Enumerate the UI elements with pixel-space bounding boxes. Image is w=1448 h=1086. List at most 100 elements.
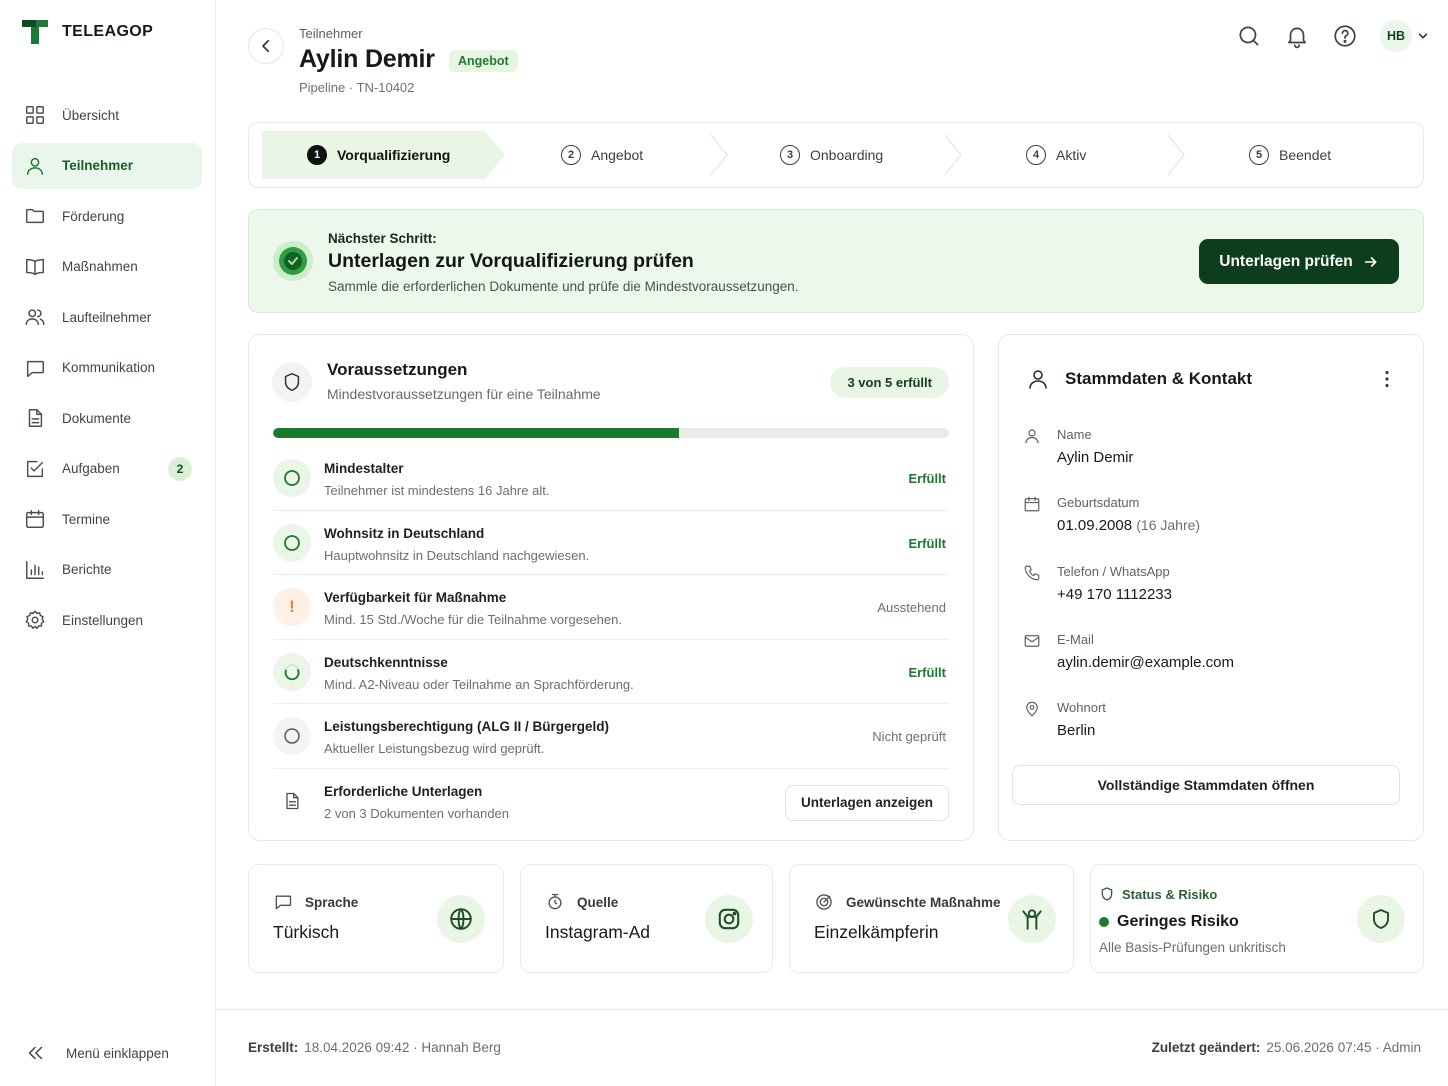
master-data-title: Stammdaten & Kontakt [1065, 369, 1253, 388]
requirements-count-badge: 3 von 5 erfüllt [830, 367, 949, 398]
step-label: Vorqualifizierung [337, 147, 451, 163]
collapse-menu-button[interactable]: Menü einklappen [24, 1042, 169, 1064]
sidebar-item-laufteilnehmer[interactable]: Laufteilnehmer [12, 294, 202, 340]
arrow-right-icon [1364, 256, 1377, 267]
updated-value: 25.06.2026 07:45 · Admin [1266, 1040, 1421, 1055]
step-vorqualifizierung[interactable]: 1 Vorqualifizierung [307, 123, 450, 187]
step-aktiv[interactable]: 4 Aktiv [1026, 123, 1086, 187]
instagram-icon [718, 908, 740, 930]
search-icon[interactable] [1236, 23, 1262, 49]
chevron-down-icon [1418, 33, 1428, 39]
field-birthdate: Geburtsdatum 01.09.2008 (16 Jahre) [1023, 495, 1403, 551]
sidebar-item-teilnehmer[interactable]: Teilnehmer [12, 142, 202, 189]
step-beendet[interactable]: 5 Beendet [1249, 123, 1331, 187]
sidebar-item-einstellungen[interactable]: Einstellungen [12, 597, 202, 643]
check-circle-icon [284, 470, 300, 486]
page-subtitle: Pipeline · TN-10402 [299, 80, 415, 95]
status-circle [273, 652, 311, 691]
tasks-count-badge: 2 [168, 456, 192, 481]
step-angebot[interactable]: 2 Angebot [561, 123, 643, 187]
measure-label: Gewünschte Maßnahme [846, 894, 1001, 910]
shield-badge [272, 362, 312, 402]
language-label: Sprache [305, 894, 359, 910]
sidebar-item-aufgaben[interactable]: Aufgaben 2 [12, 446, 202, 492]
requirement-row[interactable]: Deutschkenntnisse Mind. A2-Niveau oder T… [273, 640, 949, 704]
sidebar-item-kommunikation[interactable]: Kommunikation [12, 345, 202, 391]
next-step-kicker: Nächster Schritt: [328, 231, 437, 246]
double-chevron-left-icon [28, 1046, 43, 1060]
more-vertical-icon[interactable] [1375, 367, 1399, 391]
step-label: Aktiv [1056, 147, 1087, 163]
help-icon[interactable] [1332, 23, 1358, 49]
sidebar-item-dokumente[interactable]: Dokumente [12, 395, 202, 441]
user-icon [1025, 429, 1039, 444]
show-documents-button[interactable]: Unterlagen anzeigen [784, 784, 949, 821]
book-icon [26, 258, 44, 275]
sidebar-item-termine[interactable]: Termine [12, 496, 202, 542]
requirement-status: Nicht geprüft [872, 729, 946, 744]
person-arms-icon [1022, 909, 1042, 930]
shield-badge [1357, 895, 1405, 943]
user-icon [1029, 370, 1047, 389]
gear-icon [25, 610, 45, 629]
field-value[interactable]: aylin.demir@example.com [1057, 654, 1234, 671]
partial-circle-icon [284, 663, 300, 680]
bar-chart-icon [26, 560, 44, 579]
sidebar-item-massnahmen[interactable]: Maßnahmen [12, 244, 202, 290]
requirement-row[interactable]: Wohnsitz in Deutschland Hauptwohnsitz in… [273, 511, 949, 575]
sidebar-item-uebersicht[interactable]: Übersicht [12, 92, 202, 138]
sidebar-item-label: Termine [62, 511, 111, 527]
measure-value: Einzelkämpferin [814, 922, 939, 942]
sidebar-item-foerderung[interactable]: Förderung [12, 193, 202, 239]
step-onboarding[interactable]: 3 Onboarding [780, 123, 883, 187]
language-label-wrap: Sprache [273, 892, 358, 912]
brand-name: TELEAGOP [62, 23, 154, 40]
review-documents-label: Unterlagen prüfen [1219, 252, 1353, 270]
phone-icon [1024, 565, 1040, 581]
target-icon [273, 241, 313, 281]
requirement-row[interactable]: ! Verfügbarkeit für Maßnahme Mind. 15 St… [273, 575, 949, 640]
requirement-row[interactable]: Mindestalter Teilnehmer ist mindestens 1… [273, 446, 949, 511]
status-badge: Angebot [449, 50, 518, 72]
requirements-list: Mindestalter Teilnehmer ist mindestens 1… [273, 446, 949, 833]
bell-icon[interactable] [1284, 23, 1310, 49]
requirements-card: Voraussetzungen Mindestvoraussetzungen f… [248, 334, 974, 841]
grid-icon [26, 106, 44, 124]
requirement-status: Erfüllt [908, 535, 946, 551]
chevron-left-icon [262, 39, 270, 53]
location-pin-icon [1026, 701, 1038, 717]
next-step-description: Sammle die erforderlichen Dokumente und … [328, 279, 799, 294]
document-icon [28, 409, 43, 427]
created-info: Erstellt: 18.04.2026 09:42 · Hannah Berg [248, 1040, 501, 1055]
open-master-data-button[interactable]: Vollständige Stammdaten öffnen [1012, 765, 1400, 805]
brand-logo[interactable]: TELEAGOP [20, 18, 153, 46]
review-documents-button[interactable]: Unterlagen prüfen [1199, 239, 1399, 284]
step-label: Onboarding [810, 147, 884, 163]
check-circle-icon [284, 534, 300, 551]
field-label: Wohnort [1057, 700, 1106, 715]
risk-description: Alle Basis-Prüfungen unkritisch [1099, 940, 1286, 955]
sidebar-item-berichte[interactable]: Berichte [12, 547, 202, 593]
sidebar-item-label: Teilnehmer [62, 158, 134, 173]
back-button[interactable] [248, 28, 284, 64]
document-icon [286, 792, 299, 809]
user-menu[interactable]: HB [1380, 20, 1430, 52]
field-label: E-Mail [1057, 632, 1094, 647]
globe-badge [437, 895, 485, 943]
requirement-name: Leistungsberechtigung (ALG II / Bürgerge… [324, 719, 610, 734]
field-name: Name Aylin Demir [1023, 427, 1403, 483]
requirement-name: Mindestalter [324, 461, 404, 476]
shield-icon [1101, 887, 1113, 901]
sidebar-item-label: Aufgaben [62, 461, 120, 476]
field-value[interactable]: +49 170 1112233 [1057, 586, 1172, 603]
requirement-row[interactable]: Leistungsberechtigung (ALG II / Bürgerge… [273, 704, 949, 769]
field-value: 01.09.2008 [1057, 517, 1133, 534]
user-icon [26, 157, 44, 175]
collapse-menu-label: Menü einklappen [66, 1045, 169, 1061]
requirement-description: Hauptwohnsitz in Deutschland nachgewiese… [324, 547, 590, 563]
sidebar-item-label: Förderung [62, 208, 125, 224]
requirement-status: Erfüllt [908, 471, 946, 486]
speech-bubble-icon [275, 895, 292, 910]
sidebar-item-label: Übersicht [62, 107, 120, 123]
field-value: Aylin Demir [1057, 449, 1134, 466]
